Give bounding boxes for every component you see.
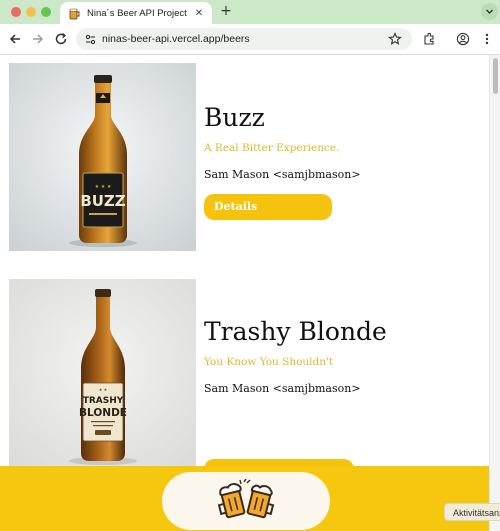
- activity-monitor-tooltip: Aktivitätsanzeige: [444, 503, 500, 521]
- svg-text:★ ★ ★: ★ ★ ★: [95, 184, 112, 190]
- new-tab-button[interactable]: +: [218, 3, 234, 19]
- menu-icon[interactable]: [479, 31, 495, 47]
- site-info-icon[interactable]: [82, 31, 98, 47]
- tab-title: Nina´s Beer API Project: [87, 7, 187, 19]
- page-viewport: ★ ★ ★ BUZZ Buzz A Real Bitter Experience…: [0, 55, 489, 531]
- profile-icon[interactable]: [455, 31, 471, 47]
- bottle-label-text: BLONDE: [79, 407, 127, 419]
- reload-icon[interactable]: [53, 31, 69, 47]
- home-button[interactable]: [162, 472, 330, 530]
- beer-contributor: Sam Mason <samjbmason>: [204, 168, 361, 181]
- window-close-button[interactable]: [11, 7, 21, 17]
- browser-tab-strip: Nina´s Beer API Project ✕ +: [0, 0, 500, 24]
- window-zoom-button[interactable]: [41, 7, 51, 17]
- scrollbar-thumb[interactable]: [493, 58, 498, 94]
- window-minimize-button[interactable]: [26, 7, 36, 17]
- beer-bottle-image: ★ ★ TRASHY BLONDE: [9, 279, 196, 467]
- bookmark-star-icon[interactable]: [387, 31, 403, 47]
- bottle-label-text: BUZZ: [80, 192, 125, 210]
- browser-toolbar: ninas-beer-api.vercel.app/beers: [0, 24, 500, 55]
- browser-tab-active[interactable]: Nina´s Beer API Project ✕: [60, 2, 212, 24]
- beer-tagline: A Real Bitter Experience.: [204, 142, 340, 154]
- extensions-icon[interactable]: [421, 31, 437, 47]
- address-url: ninas-beer-api.vercel.app/beers: [102, 33, 250, 45]
- beer-name: Buzz: [204, 103, 265, 132]
- clinking-beer-mugs-icon: [217, 479, 275, 519]
- beer-bottle-image: ★ ★ ★ BUZZ: [9, 63, 196, 251]
- address-bar[interactable]: ninas-beer-api.vercel.app/beers: [76, 28, 412, 50]
- beer-tagline: You Know You Shouldn't: [204, 356, 334, 368]
- bottle-label-text: TRASHY: [83, 396, 124, 406]
- page-scrollbar[interactable]: [489, 55, 500, 531]
- tab-search-button[interactable]: [481, 3, 498, 20]
- beer-name: Trashy Blonde: [204, 317, 387, 346]
- details-button[interactable]: Details: [204, 194, 332, 220]
- close-tab-icon[interactable]: ✕: [192, 8, 206, 19]
- beer-card: ★ ★ TRASHY BLONDE Trashy Blonde You Know…: [9, 279, 489, 485]
- svg-text:★ ★: ★ ★: [99, 387, 108, 392]
- beer-card: ★ ★ ★ BUZZ Buzz A Real Bitter Experience…: [9, 63, 489, 251]
- beer-contributor: Sam Mason <samjbmason>: [204, 382, 361, 395]
- back-icon[interactable]: [7, 31, 23, 47]
- beer-icon: [68, 7, 81, 20]
- chevron-down-icon: [486, 9, 493, 14]
- footer-bar: [0, 466, 489, 531]
- forward-icon[interactable]: [30, 31, 46, 47]
